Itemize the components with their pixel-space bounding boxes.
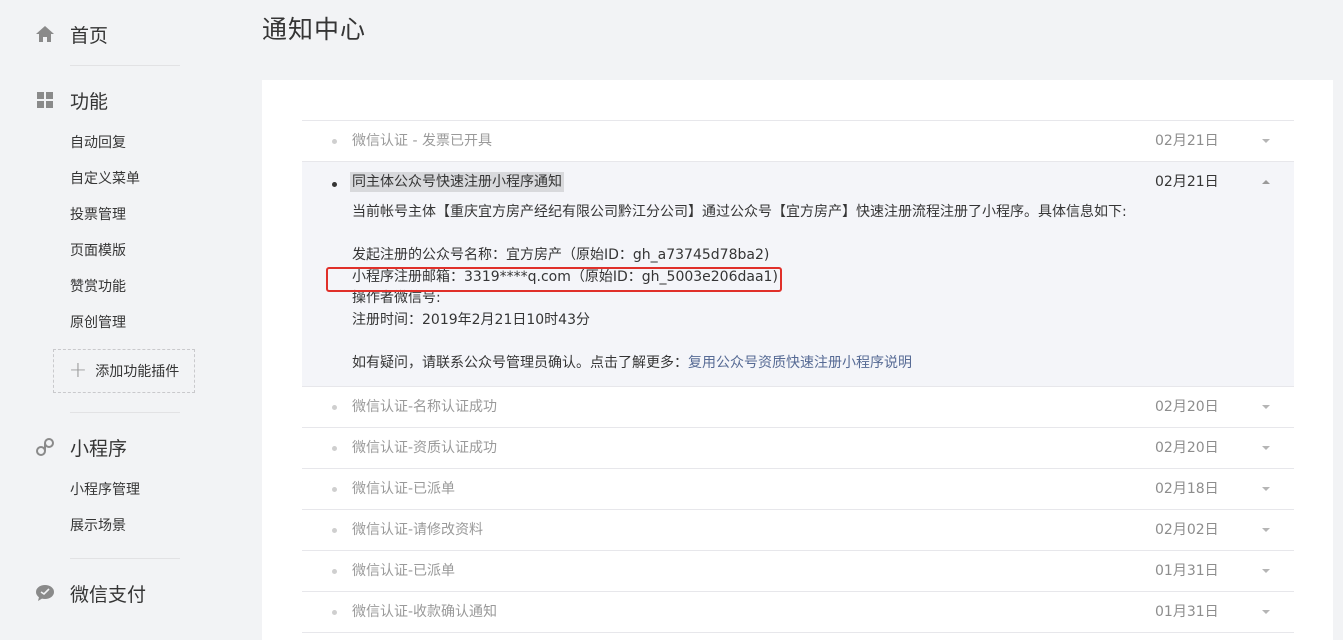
nav-home-head[interactable]: 首页 xyxy=(34,18,180,50)
notification-row-expanded[interactable]: 同主体公众号快速注册小程序通知 02月21日 当前帐号主体【重庆宜方房产经纪有限… xyxy=(302,162,1294,387)
sidebar-item-page-template[interactable]: 页面模版 xyxy=(70,241,126,261)
nav-features-head[interactable]: 功能 xyxy=(34,84,180,116)
plus-icon: + xyxy=(68,358,88,383)
sidebar-item-original-management[interactable]: 原创管理 xyxy=(70,313,126,333)
notification-row[interactable]: 微信认证-名称认证成功 02月20日 xyxy=(302,387,1294,428)
sidebar-item-vote-management[interactable]: 投票管理 xyxy=(70,205,126,225)
detail-help-text: 如有疑问，请联系公众号管理员确认。点击了解更多： xyxy=(352,354,688,371)
notification-title: 微信认证-请修改资料 xyxy=(352,522,484,538)
notification-panel: 微信认证 - 发票已开具 02月21日 同主体公众号快速注册小程序通知 02月2… xyxy=(262,80,1333,640)
detail-account-name: 发起注册的公众号名称：宜方房产（原始ID：gh_a73745d78ba2) xyxy=(352,247,770,263)
notification-row[interactable]: 微信认证-请修改资料 02月02日 xyxy=(302,510,1294,551)
detail-help: 如有疑问，请联系公众号管理员确认。点击了解更多：复用公众号资质快速注册小程序说明 xyxy=(352,353,1252,375)
nav-miniprogram[interactable]: 小程序 xyxy=(34,431,180,463)
help-link[interactable]: 复用公众号资质快速注册小程序说明 xyxy=(688,355,912,371)
notification-date: 01月31日 xyxy=(1155,604,1219,620)
nav-miniprogram-head[interactable]: 小程序 xyxy=(34,431,180,463)
notification-date: 02月20日 xyxy=(1155,440,1219,456)
chevron-down-icon[interactable] xyxy=(1262,528,1270,532)
detail-operator: 操作者微信号: xyxy=(352,290,441,306)
page-title: 通知中心 xyxy=(262,15,367,44)
home-icon xyxy=(34,23,56,45)
notification-title: 微信认证-收款确认通知 xyxy=(352,604,498,620)
chevron-down-icon[interactable] xyxy=(1262,139,1270,143)
bullet-icon xyxy=(332,405,337,410)
notification-row[interactable]: 微信认证-已派单 02月18日 xyxy=(302,469,1294,510)
chevron-up-icon[interactable] xyxy=(1262,180,1270,184)
bullet-icon xyxy=(332,139,337,144)
nav-divider xyxy=(70,558,180,559)
grid-icon xyxy=(34,89,56,111)
nav-divider xyxy=(70,412,180,413)
link-icon xyxy=(34,436,56,458)
chevron-down-icon[interactable] xyxy=(1262,487,1270,491)
sidebar-item-reward[interactable]: 赞赏功能 xyxy=(70,277,126,297)
nav-features[interactable]: 功能 xyxy=(34,84,180,116)
notification-title: 微信认证-已派单 xyxy=(352,481,456,497)
notification-date: 02月21日 xyxy=(1155,174,1219,190)
nav-divider xyxy=(70,65,180,66)
sidebar-item-custom-menu[interactable]: 自定义菜单 xyxy=(70,169,140,189)
nav-miniprogram-label: 小程序 xyxy=(70,437,128,460)
detail-intro: 当前帐号主体【重庆宜方房产经纪有限公司黔江分公司】通过公众号【宜方房产】快速注册… xyxy=(352,204,1127,220)
notification-date: 02月20日 xyxy=(1155,399,1219,415)
notification-date: 02月18日 xyxy=(1155,481,1219,497)
sidebar: 首页 功能 自动回复 自定义菜单 投票管理 页面模版 赞赏功能 原创管理 + 添… xyxy=(0,0,240,631)
nav-wechatpay[interactable]: 微信支付 xyxy=(34,577,180,609)
chat-bubble-icon xyxy=(34,582,56,604)
nav-features-label: 功能 xyxy=(70,90,109,113)
notification-title: 微信认证 - 发票已开具 xyxy=(352,133,492,149)
notification-title: 微信认证-名称认证成功 xyxy=(352,399,498,415)
notification-row[interactable]: 微信认证-已派单 01月31日 xyxy=(302,551,1294,592)
bullet-icon xyxy=(332,610,337,615)
detail-registration-email: 小程序注册邮箱：3319****q.com（原始ID：gh_5003e206da… xyxy=(352,268,778,285)
nav-home-label: 首页 xyxy=(70,24,109,47)
bullet-icon xyxy=(332,487,337,492)
sidebar-item-auto-reply[interactable]: 自动回复 xyxy=(70,133,126,153)
detail-registration-time: 注册时间：2019年2月21日10时43分 xyxy=(352,311,590,328)
chevron-down-icon[interactable] xyxy=(1262,610,1270,614)
notification-row[interactable]: 微信认证-资质认证成功 02月20日 xyxy=(302,428,1294,469)
nav-wechatpay-head[interactable]: 微信支付 xyxy=(34,577,180,609)
notification-title: 微信认证-资质认证成功 xyxy=(352,440,498,456)
chevron-down-icon[interactable] xyxy=(1262,405,1270,409)
bullet-icon xyxy=(332,446,337,451)
notification-date: 02月02日 xyxy=(1155,522,1219,538)
notification-date: 02月21日 xyxy=(1155,133,1219,149)
chevron-down-icon[interactable] xyxy=(1262,569,1270,573)
notification-list: 微信认证 - 发票已开具 02月21日 同主体公众号快速注册小程序通知 02月2… xyxy=(302,120,1294,633)
sidebar-item-display-scene[interactable]: 展示场景 xyxy=(70,516,126,536)
notification-detail: 当前帐号主体【重庆宜方房产经纪有限公司黔江分公司】通过公众号【宜方房产】快速注册… xyxy=(352,202,1252,374)
bullet-icon xyxy=(332,182,337,187)
add-plugin-label: 添加功能插件 xyxy=(95,364,180,380)
notification-title: 同主体公众号快速注册小程序通知 xyxy=(350,172,564,192)
notification-title: 微信认证-已派单 xyxy=(352,563,456,579)
bullet-icon xyxy=(332,528,337,533)
sidebar-item-miniprogram-management[interactable]: 小程序管理 xyxy=(70,480,140,500)
nav-wechatpay-label: 微信支付 xyxy=(70,583,147,606)
nav-home[interactable]: 首页 xyxy=(34,18,180,50)
add-plugin-button[interactable]: + 添加功能插件 xyxy=(53,349,195,393)
notification-row[interactable]: 微信认证-收款确认通知 01月31日 xyxy=(302,592,1294,633)
chevron-down-icon[interactable] xyxy=(1262,446,1270,450)
notification-row[interactable]: 微信认证 - 发票已开具 02月21日 xyxy=(302,121,1294,162)
notification-date: 01月31日 xyxy=(1155,563,1219,579)
bullet-icon xyxy=(332,569,337,574)
